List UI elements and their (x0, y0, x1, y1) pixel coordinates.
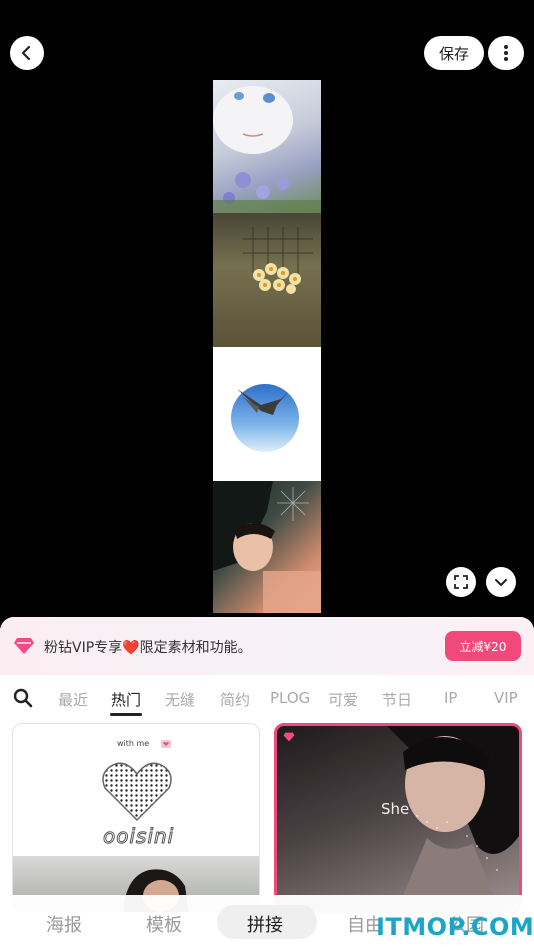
tab-seamless[interactable]: 无缝 (165, 689, 195, 710)
category-tabs: 最近 热门 无缝 简约 PLOG 可爱 节日 IP VIP (0, 675, 534, 723)
dotted-heart-graphic (102, 762, 172, 822)
search-icon[interactable] (13, 688, 33, 708)
tab-ip[interactable]: IP (444, 689, 457, 707)
save-button[interactable]: 保存 (424, 36, 484, 70)
pink-diamond-icon (14, 638, 34, 654)
heart-icon (161, 740, 171, 748)
crop-button[interactable] (446, 567, 476, 597)
template-card-vip-selected[interactable]: She (274, 723, 522, 913)
collage-image-cat[interactable] (213, 80, 321, 213)
collage-image-flowers[interactable] (213, 213, 321, 347)
collage-preview[interactable] (213, 80, 321, 613)
cat-photo (213, 86, 321, 213)
chevron-down-icon (495, 579, 507, 586)
tab-simple[interactable]: 简约 (220, 689, 250, 710)
crop-expand-icon (454, 575, 468, 589)
template-card[interactable]: with me ooisini (12, 723, 260, 913)
vip-discount-button[interactable]: 立减¥20 (445, 631, 521, 661)
back-button[interactable] (10, 36, 44, 70)
more-button[interactable] (488, 36, 524, 70)
tab-hot[interactable]: 热门 (111, 689, 141, 710)
card-overlay-text: She (381, 800, 410, 818)
card-heading: with me (117, 739, 150, 748)
tab-festival[interactable]: 节日 (382, 689, 412, 710)
tab-vip[interactable]: VIP (494, 689, 518, 707)
bird-circle-photo (231, 384, 299, 452)
card-stylized-word: ooisini (102, 824, 175, 849)
tab-cute[interactable]: 可爱 (328, 689, 358, 710)
portrait-photo (387, 726, 519, 910)
vip-promo-text: 粉钻VIP专享❤️限定素材和功能。 (44, 640, 252, 656)
girl-portrait-photo (213, 481, 321, 613)
collage-image-girl[interactable] (213, 481, 321, 613)
collage-image-bird[interactable] (213, 347, 321, 481)
flowers-photo (243, 227, 313, 294)
more-vertical-icon (504, 45, 508, 61)
template-grid: with me ooisini She (0, 723, 534, 913)
active-tab-indicator (110, 713, 142, 716)
nav-template[interactable]: 模板 (146, 911, 182, 937)
nav-stitch[interactable]: 拼接 (247, 911, 283, 937)
tab-recent[interactable]: 最近 (58, 689, 88, 710)
collapse-button[interactable] (486, 567, 516, 597)
vip-banner[interactable]: 粉钻VIP专享❤️限定素材和功能。 立减¥20 (0, 617, 534, 675)
watermark-text: ITMOP.COM (376, 913, 534, 941)
chevron-left-icon (21, 45, 31, 61)
nav-poster[interactable]: 海报 (46, 911, 82, 937)
tab-plog[interactable]: PLOG (270, 689, 310, 707)
